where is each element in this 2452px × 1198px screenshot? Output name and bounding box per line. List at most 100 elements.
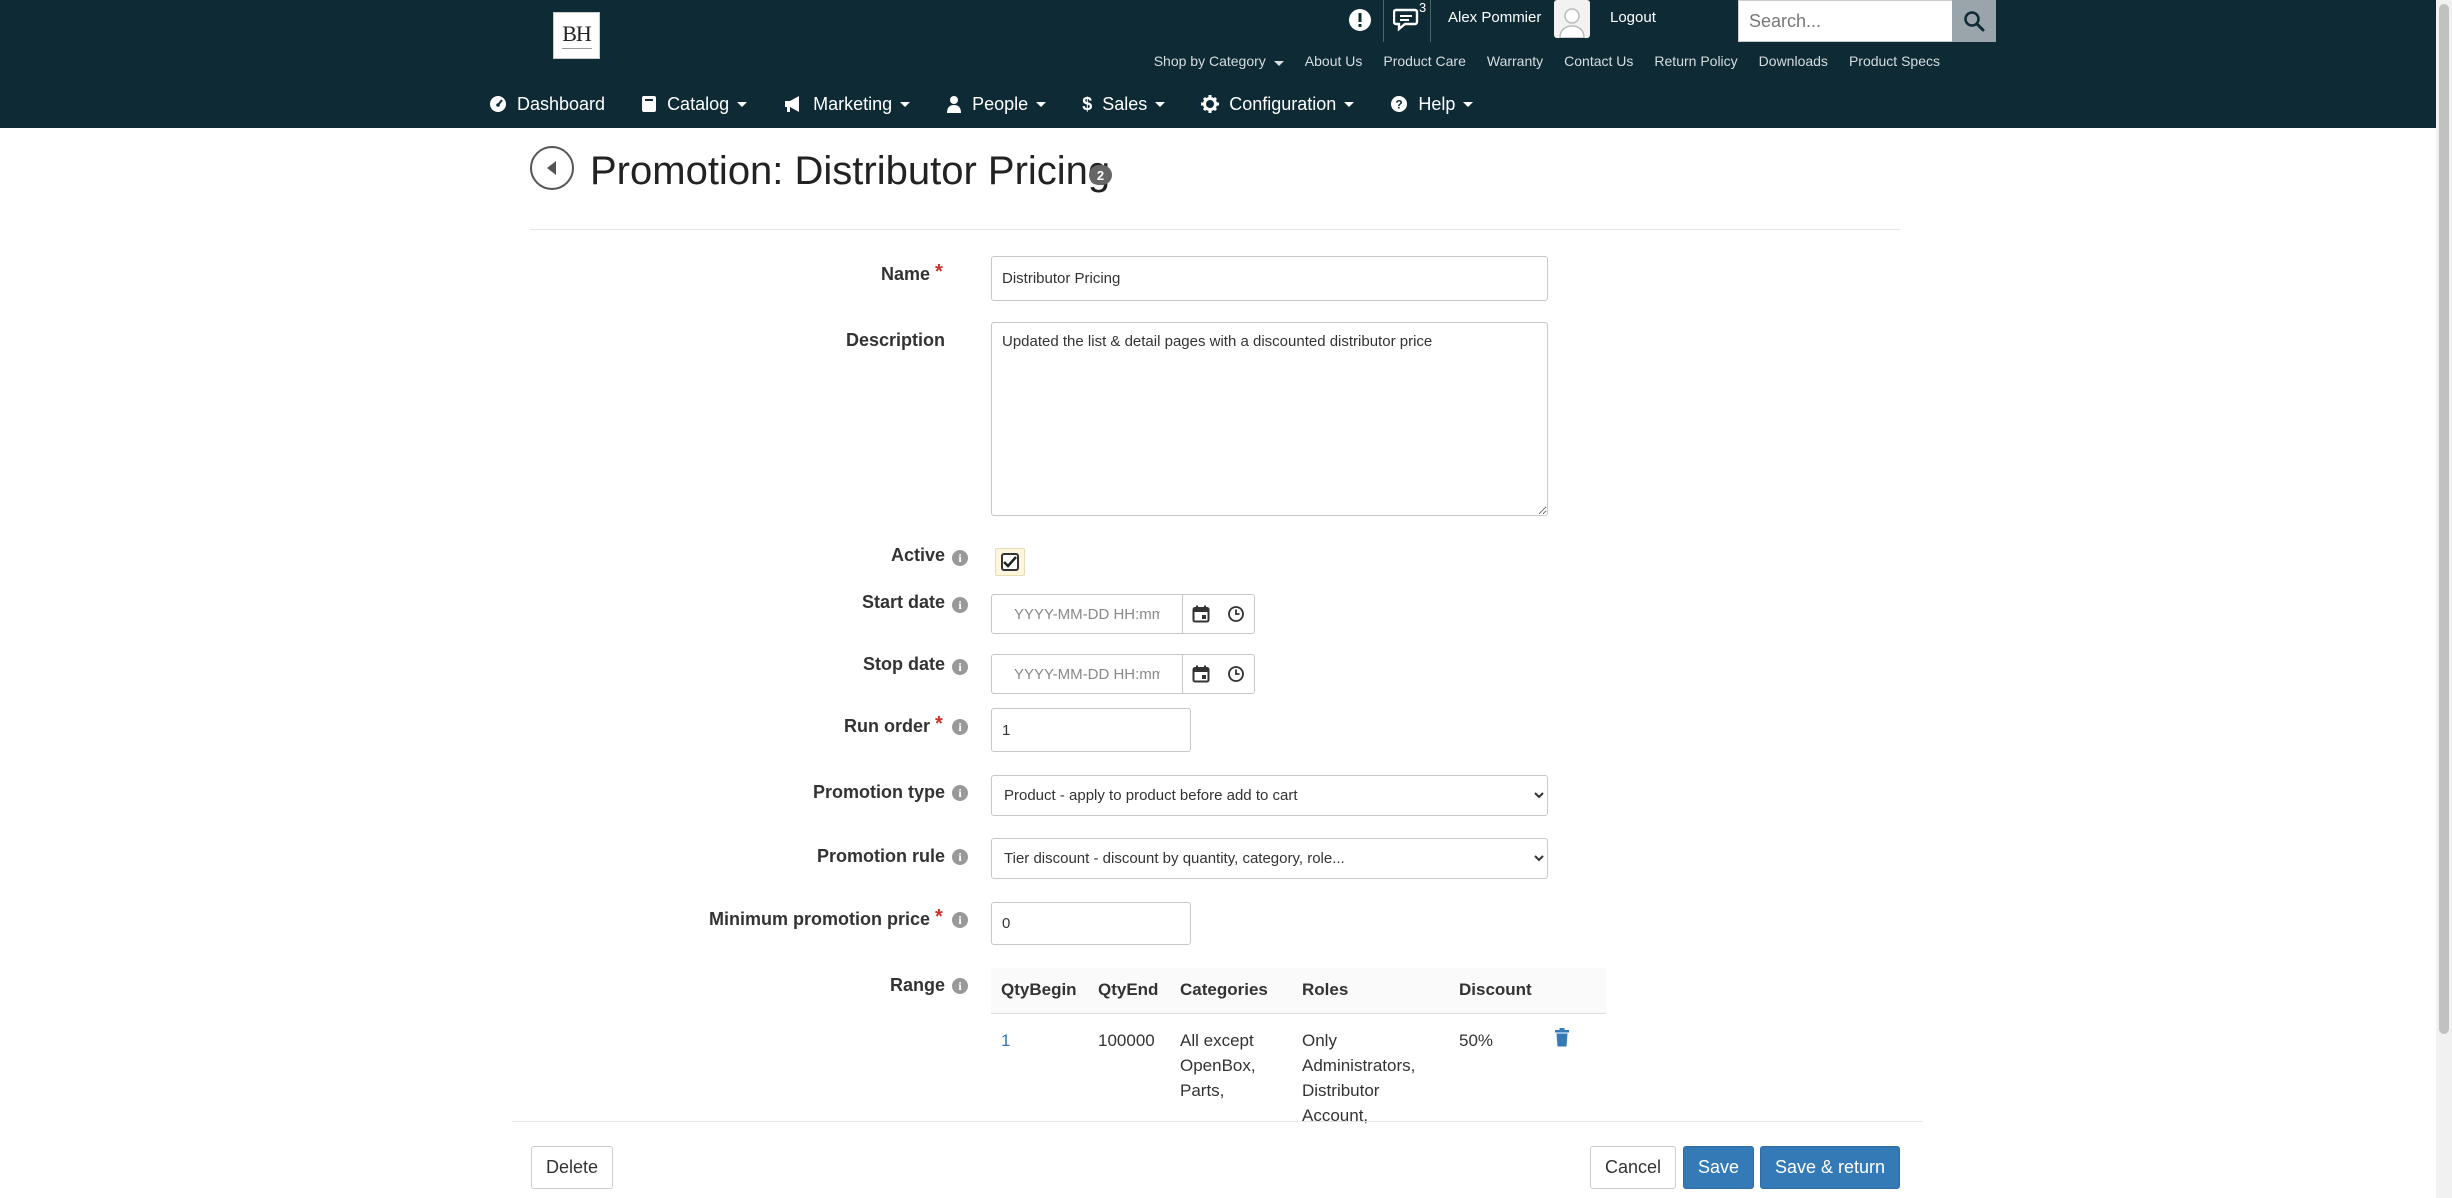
save-and-return-button[interactable]: Save & return — [1760, 1146, 1900, 1189]
top-link-warranty[interactable]: Warranty — [1487, 50, 1543, 72]
page-title: Promotion: Distributor Pricing — [590, 149, 1111, 193]
name-field[interactable] — [991, 256, 1548, 301]
nav-marketing[interactable]: Marketing — [783, 90, 911, 118]
calendar-icon[interactable] — [1182, 655, 1218, 693]
min-price-label: Minimum promotion price — [708, 909, 930, 929]
stop-date-input[interactable] — [992, 655, 1182, 693]
nav-dashboard[interactable]: Dashboard — [489, 90, 605, 118]
clock-icon[interactable] — [1218, 655, 1254, 693]
nav-label: Sales — [1102, 93, 1148, 114]
bullhorn-icon — [783, 95, 803, 113]
active-label: Active — [890, 545, 945, 565]
stop-date-label: Stop date — [862, 654, 945, 674]
qty-end-cell: 100000 — [1098, 1030, 1155, 1050]
top-link-downloads[interactable]: Downloads — [1759, 50, 1828, 72]
nav-label: Marketing — [813, 93, 893, 114]
required-marker: * — [935, 906, 943, 928]
start-date-label: Start date — [861, 592, 945, 612]
gear-icon — [1201, 95, 1220, 113]
run-order-field[interactable] — [991, 708, 1191, 752]
nav-help[interactable]: ? Help — [1390, 90, 1474, 118]
info-icon[interactable]: i — [952, 785, 968, 801]
run-order-label: Run order — [843, 716, 930, 736]
info-icon[interactable]: i — [952, 597, 968, 613]
clock-icon[interactable] — [1218, 595, 1254, 633]
top-link-contact-us[interactable]: Contact Us — [1564, 50, 1633, 72]
info-icon[interactable]: i — [952, 912, 968, 928]
col-qty-end: QtyEnd — [1088, 968, 1170, 1014]
top-link-product-care[interactable]: Product Care — [1383, 50, 1465, 72]
top-links: Shop by Category About Us Product Care W… — [1100, 50, 1940, 72]
notification-count: 3 — [1419, 0, 1427, 15]
logo-text: BH — [562, 20, 592, 46]
dollar-icon: $ — [1082, 93, 1093, 114]
required-marker: * — [935, 261, 943, 283]
back-arrow-icon — [547, 161, 556, 175]
col-roles: Roles — [1292, 968, 1449, 1014]
nav-catalog[interactable]: Catalog — [641, 90, 748, 118]
name-label: Name — [880, 264, 930, 284]
top-link-return-policy[interactable]: Return Policy — [1654, 50, 1737, 72]
promotion-rule-select[interactable]: Tier discount - discount by quantity, ca… — [991, 838, 1548, 879]
range-label: Range — [889, 975, 945, 995]
avatar[interactable] — [1554, 0, 1590, 38]
search-input[interactable] — [1738, 0, 1953, 42]
stop-date-group — [991, 654, 1255, 694]
scrollbar-thumb[interactable] — [2439, 4, 2449, 1034]
required-marker: * — [935, 713, 943, 735]
back-button[interactable] — [530, 146, 574, 190]
nav-label: Help — [1418, 93, 1456, 114]
table-header-row: QtyBegin QtyEnd Categories Roles Discoun… — [991, 968, 1606, 1014]
top-link-about-us[interactable]: About Us — [1305, 50, 1363, 72]
start-date-group — [991, 594, 1255, 634]
checkmark-icon — [1001, 553, 1019, 571]
nav-label: People — [972, 93, 1029, 114]
search-icon — [1964, 11, 1985, 32]
discount-cell: 50% — [1459, 1030, 1494, 1050]
description-label: Description — [845, 330, 945, 350]
col-categories: Categories — [1170, 968, 1292, 1014]
info-icon[interactable]: i — [952, 978, 968, 994]
header-separator — [1430, 0, 1431, 42]
calendar-icon[interactable] — [1182, 595, 1218, 633]
info-icon[interactable]: i — [952, 719, 968, 735]
nav-sales[interactable]: $ Sales — [1082, 90, 1166, 118]
nav-configuration[interactable]: Configuration — [1201, 90, 1355, 118]
dashboard-icon — [489, 95, 507, 113]
search-button[interactable] — [1952, 0, 1996, 42]
nav-people[interactable]: People — [946, 90, 1047, 118]
title-divider — [530, 229, 1900, 230]
svg-text:?: ? — [1396, 98, 1403, 112]
info-icon[interactable]: i — [952, 849, 968, 865]
cancel-button[interactable]: Cancel — [1590, 1146, 1676, 1189]
header-separator — [1383, 0, 1384, 42]
promotion-type-select[interactable]: Product - apply to product before add to… — [991, 775, 1548, 816]
qty-begin-link[interactable]: 1 — [991, 1013, 1088, 1128]
user-name[interactable]: Alex Pommier — [1448, 8, 1541, 28]
min-price-field[interactable] — [991, 902, 1191, 945]
table-row: 1 100000 All except OpenBox, Parts, Only… — [991, 1013, 1606, 1128]
logo-underline — [561, 47, 592, 49]
logout-link[interactable]: Logout — [1610, 8, 1656, 28]
delete-button[interactable]: Delete — [531, 1146, 613, 1189]
alert-icon[interactable] — [1346, 6, 1374, 34]
top-link-shop-by-category[interactable]: Shop by Category — [1154, 50, 1284, 72]
col-actions — [1544, 968, 1606, 1014]
info-icon[interactable]: i — [952, 550, 968, 566]
save-button[interactable]: Save — [1683, 1146, 1754, 1189]
active-checkbox[interactable] — [995, 548, 1025, 576]
description-field[interactable]: Updated the list & detail pages with a d… — [991, 322, 1548, 516]
question-icon: ? — [1390, 95, 1408, 113]
brand-logo[interactable]: BH — [553, 12, 600, 59]
delete-row-cell — [1544, 1013, 1606, 1128]
user-icon — [946, 95, 962, 113]
top-link-product-specs[interactable]: Product Specs — [1849, 50, 1940, 72]
col-discount: Discount — [1449, 968, 1544, 1014]
promotion-type-label: Promotion type — [812, 782, 945, 802]
info-icon[interactable]: i — [952, 659, 968, 675]
promotion-rule-label: Promotion rule — [816, 846, 945, 866]
title-badge: 2 — [1089, 165, 1112, 185]
start-date-input[interactable] — [992, 595, 1182, 633]
trash-icon[interactable] — [1554, 1027, 1570, 1051]
col-qty-begin: QtyBegin — [991, 968, 1088, 1014]
